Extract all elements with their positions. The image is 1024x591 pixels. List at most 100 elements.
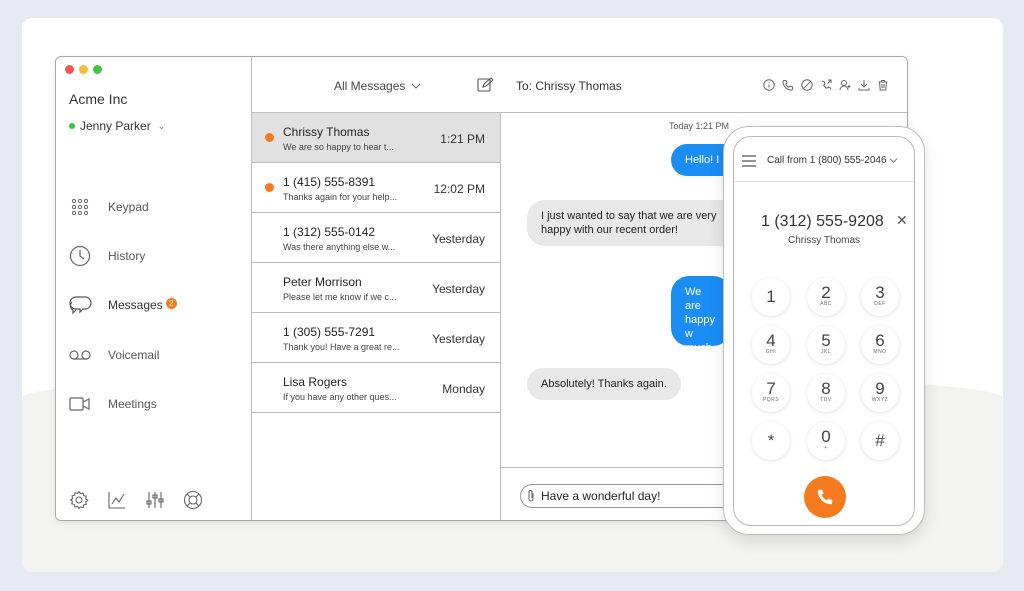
dial-key-2[interactable]: 2 ABC — [807, 278, 845, 316]
dial-key-letters: MNO — [873, 349, 887, 355]
conversation-preview: If you have any other ques... — [283, 392, 397, 402]
trash-icon[interactable] — [876, 78, 889, 91]
conversation-name: 1 (305) 555-7291 — [283, 325, 376, 339]
nav-voicemail[interactable]: Voicemail — [68, 343, 159, 367]
dial-key-letters: + — [824, 445, 828, 451]
add-contact-icon[interactable] — [838, 78, 851, 91]
dial-key-digit: 7 — [766, 379, 776, 398]
keypad-icon — [68, 195, 92, 219]
conversation-time: Yesterday — [432, 232, 485, 246]
block-icon[interactable] — [800, 78, 813, 91]
dial-key-digit: # — [875, 431, 885, 450]
nav-voicemail-label: Voicemail — [108, 348, 160, 362]
chevron-down-icon — [411, 83, 421, 89]
call-button[interactable] — [804, 476, 846, 518]
company-name: Acme Inc — [69, 91, 128, 107]
conversation-time: 12:02 PM — [433, 182, 485, 196]
conversation-row[interactable]: 1 (415) 555-8391 Thanks again for your h… — [252, 163, 500, 213]
chat-bubbles-icon — [68, 293, 92, 317]
phone-icon[interactable] — [781, 78, 794, 91]
nav-meetings[interactable]: Meetings — [68, 392, 157, 416]
dial-key-0[interactable]: 0 + — [807, 422, 845, 460]
nav-keypad[interactable]: Keypad — [68, 195, 149, 219]
clear-number-icon[interactable]: ✕ — [896, 212, 908, 229]
voicemail-icon — [68, 343, 92, 367]
dial-key-letters: WXYZ — [871, 397, 889, 403]
dial-key-6[interactable]: 6 MNO — [861, 326, 899, 364]
dial-key-1[interactable]: 1 — [752, 278, 790, 316]
close-window-button[interactable] — [65, 65, 74, 74]
dial-key-5[interactable]: 5 JKL — [807, 326, 845, 364]
dial-key-star[interactable]: * — [752, 422, 790, 460]
download-icon[interactable] — [857, 78, 870, 91]
dial-key-letters: ABC — [820, 301, 832, 307]
nav-messages-label: Messages — [108, 298, 163, 312]
unread-count-badge: 2 — [165, 298, 177, 309]
message-filter-dropdown[interactable]: All Messages — [334, 79, 421, 93]
gear-icon[interactable] — [68, 489, 90, 511]
dial-key-digit: * — [767, 431, 775, 450]
menu-icon[interactable] — [741, 154, 757, 172]
paperclip-icon[interactable] — [527, 489, 535, 503]
nav-keypad-label: Keypad — [108, 200, 149, 214]
clock-icon — [68, 244, 92, 268]
conversation-time: Yesterday — [432, 282, 485, 296]
user-status-menu[interactable]: Jenny Parker ⌄ — [69, 119, 165, 133]
conversation-row[interactable]: Peter Morrison Please let me know if we … — [252, 263, 500, 313]
dial-key-7[interactable]: 7 PQRS — [752, 374, 790, 412]
dial-key-digit: 3 — [875, 283, 885, 302]
dial-key-digit: 9 — [875, 379, 885, 398]
conversation-time: Yesterday — [432, 332, 485, 346]
user-name: Jenny Parker — [80, 119, 151, 133]
conversation-time: 1:21 PM — [440, 132, 485, 146]
nav-meetings-label: Meetings — [108, 397, 157, 411]
dialed-contact-name: Chrissy Thomas — [787, 235, 861, 246]
nav-history[interactable]: History — [68, 244, 145, 268]
dial-key-digit: 1 — [766, 287, 776, 306]
maximize-window-button[interactable] — [93, 65, 102, 74]
dial-key-9[interactable]: 9 WXYZ — [861, 374, 899, 412]
conversation-row[interactable]: 1 (305) 555-7291 Thank you! Have a great… — [252, 313, 500, 363]
phone-icon — [817, 489, 833, 505]
dial-key-3[interactable]: 3 DEF — [861, 278, 899, 316]
conversation-actions — [762, 78, 889, 91]
call-forward-icon[interactable] — [819, 78, 832, 91]
unread-dot — [265, 133, 274, 142]
chevron-down-icon: ⌄ — [157, 120, 166, 131]
caller-id-label: Call from 1 (800) 555-2046 — [767, 155, 887, 166]
conversation-row[interactable]: Lisa Rogers If you have any other ques..… — [252, 363, 500, 413]
chevron-down-icon — [890, 158, 898, 163]
phone-dialer: Call from 1 (800) 555-2046 1 (312) 555-9… — [723, 126, 925, 535]
dial-key-hash[interactable]: # — [861, 422, 899, 460]
dial-key-letters: JKL — [820, 349, 832, 355]
message-input[interactable]: Have a wonderful day! — [520, 484, 740, 508]
dialer-header: Call from 1 (800) 555-2046 — [734, 137, 914, 182]
nav-messages[interactable]: Messages 2 — [68, 293, 177, 317]
info-icon[interactable] — [762, 78, 775, 91]
conversation-row[interactable]: Chrissy Thomas We are so happy to hear t… — [252, 113, 500, 163]
conversation-preview: We are so happy to hear t... — [283, 142, 394, 152]
dialed-number: 1 (312) 555-9208 — [761, 213, 884, 230]
conversation-name: Peter Morrison — [283, 275, 362, 289]
dial-key-letters: GHI — [765, 349, 777, 355]
conversation-time: Monday — [442, 382, 485, 396]
phone-screen: Call from 1 (800) 555-2046 1 (312) 555-9… — [733, 136, 915, 526]
dial-key-letters: PQRS — [762, 397, 780, 403]
compose-icon[interactable] — [477, 77, 494, 98]
dial-key-8[interactable]: 8 TUV — [807, 374, 845, 412]
caller-id-dropdown[interactable]: Call from 1 (800) 555-2046 — [767, 155, 898, 166]
outgoing-message-bubble: We are happy w much fo your fee — [671, 276, 731, 346]
help-lifebuoy-icon[interactable] — [182, 489, 204, 511]
conversation-row[interactable]: 1 (312) 555-0142 Was there anything else… — [252, 213, 500, 263]
dial-key-4[interactable]: 4 GHI — [752, 326, 790, 364]
conversation-name: Chrissy Thomas — [283, 125, 370, 139]
video-camera-icon — [68, 392, 92, 416]
dial-key-digit: 5 — [821, 331, 831, 350]
thread-timestamp: Today 1:21 PM — [669, 121, 730, 131]
dial-key-digit: 4 — [766, 331, 776, 350]
sliders-icon[interactable] — [144, 489, 166, 511]
dial-key-digit: 6 — [875, 331, 885, 350]
minimize-window-button[interactable] — [79, 65, 88, 74]
window-controls — [65, 65, 102, 74]
analytics-icon[interactable] — [106, 489, 128, 511]
